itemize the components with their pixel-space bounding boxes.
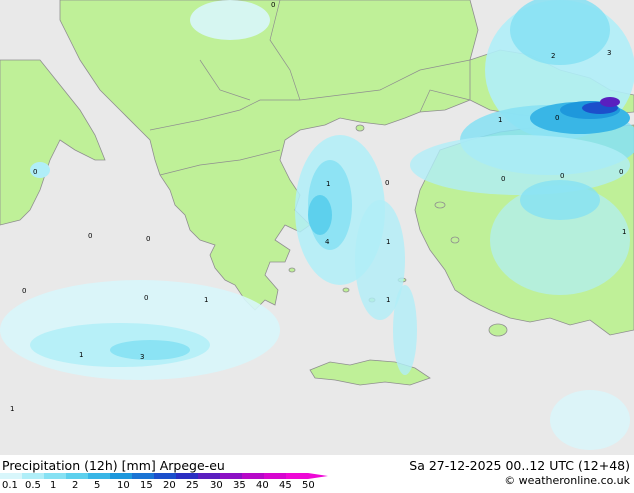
- value-label: 0: [385, 179, 389, 187]
- legend-arrow: [308, 473, 328, 479]
- value-label: 0: [22, 287, 26, 295]
- value-label: 0: [146, 235, 150, 243]
- legend-labels: 0.1 0.5 1 2 5 10 15 20 25 30 35 40 45 50: [2, 480, 315, 491]
- value-label: 1: [386, 296, 390, 304]
- value-label: 1: [386, 238, 390, 246]
- value-label: 2: [551, 52, 555, 60]
- island: [288, 267, 296, 273]
- map-title: Precipitation (12h) [mm] Arpege-eu: [2, 458, 225, 473]
- value-label: 0: [33, 168, 37, 176]
- legend-swatch: [176, 473, 198, 479]
- legend-swatch: [198, 473, 220, 479]
- legend-swatch: [66, 473, 88, 479]
- legend-label: 2: [72, 480, 78, 489]
- legend-swatch: [132, 473, 154, 479]
- value-label: 1: [498, 116, 502, 124]
- legend-swatch: [44, 473, 66, 479]
- value-label: 4: [325, 238, 330, 246]
- legend-label: 5: [94, 480, 100, 489]
- value-label: 3: [607, 49, 611, 57]
- value-label: 0: [144, 294, 148, 302]
- legend-label: 25: [186, 480, 199, 489]
- legend-swatch: [22, 473, 44, 479]
- value-label: 1: [79, 351, 83, 359]
- legend-label: 20: [163, 480, 176, 489]
- island: [342, 287, 350, 293]
- legend-swatches: [0, 473, 328, 479]
- value-label: 0: [560, 172, 564, 180]
- value-label: 1: [10, 405, 14, 413]
- legend-label: 0.5: [25, 480, 41, 489]
- legend-label: 15: [140, 480, 153, 489]
- island: [450, 236, 460, 244]
- legend-label: 45: [279, 480, 292, 489]
- value-label: 1: [204, 296, 208, 304]
- legend-swatch: [286, 473, 308, 479]
- legend-swatch: [0, 473, 22, 479]
- island: [434, 201, 446, 209]
- legend-label: 35: [233, 480, 246, 489]
- legend-swatch: [220, 473, 242, 479]
- value-label: 0: [88, 232, 92, 240]
- valid-time: Sa 27-12-2025 00..12 UTC (12+48): [409, 458, 630, 473]
- value-label: 1: [622, 228, 626, 236]
- legend-swatch: [154, 473, 176, 479]
- value-label: 3: [140, 353, 144, 361]
- value-label: 0: [271, 1, 275, 9]
- legend-label: 10: [117, 480, 130, 489]
- legend-swatch: [110, 473, 132, 479]
- legend-label: 50: [302, 480, 315, 489]
- island: [355, 124, 365, 132]
- color-scale-legend: 0.1 0.5 1 2 5 10 15 20 25 30 35 40 45 50: [0, 473, 340, 491]
- value-label: 0: [619, 168, 623, 176]
- precipitation-map: 0 2 3 1 0 1 0 0 0 0 0 0 0 4 1 1 0 0 1 1 …: [0, 0, 634, 455]
- value-label: 1: [326, 180, 330, 188]
- legend-label: 30: [210, 480, 223, 489]
- map-footer: Precipitation (12h) [mm] Arpege-eu Sa 27…: [0, 455, 634, 491]
- legend-swatch: [242, 473, 264, 479]
- credit-link[interactable]: © weatheronline.co.uk: [504, 474, 630, 487]
- island: [488, 323, 508, 337]
- legend-label: 40: [256, 480, 269, 489]
- legend-label: 1: [50, 480, 56, 489]
- value-label: 0: [555, 114, 559, 122]
- legend-label: 0.1: [2, 480, 18, 489]
- value-label: 0: [501, 175, 505, 183]
- legend-swatch: [88, 473, 110, 479]
- legend-swatch: [264, 473, 286, 479]
